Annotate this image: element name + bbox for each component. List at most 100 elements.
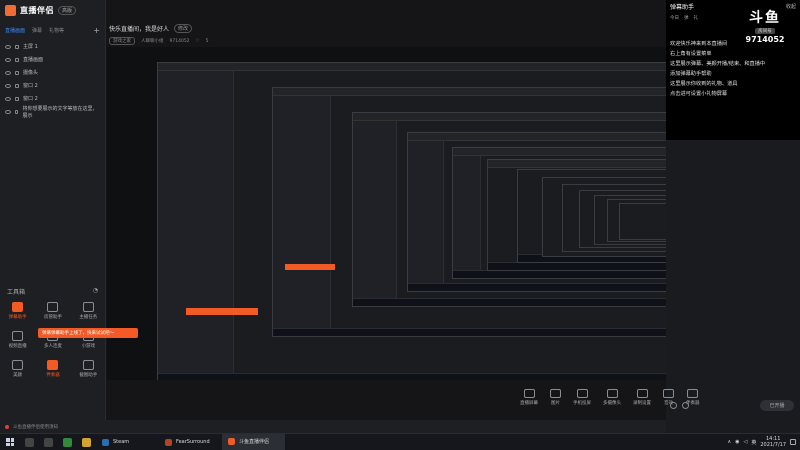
room-title: 快乐直播间，我是好人 [109,26,170,33]
lock-icon[interactable] [15,96,19,101]
chat-message-text: 这里展示弹幕、美颜开播/结束、和直播中 [670,61,766,67]
room-likes: 5 [205,38,209,44]
room-header: 快乐直播间，我是好人 修改 游戏之家 人聊聊小组 9714052 ♡ 5 [106,20,666,46]
btool-image[interactable]: 图片 [550,389,561,406]
btool-camera[interactable]: 多摄像头 [603,389,621,406]
lock-icon[interactable] [14,109,19,114]
record-icon [636,389,648,398]
tab-danmaku[interactable]: 弹幕 [32,27,42,34]
phone-icon [576,389,588,398]
lock-icon[interactable] [15,57,19,62]
tool-label: 伴奏器 [46,373,60,378]
toolbox-settings-icon[interactable]: ◔ [93,287,98,296]
volume-icon[interactable]: ◁ [743,439,747,445]
screenshot-icon [82,360,94,370]
tool-accompaniment[interactable]: 伴奏器 [46,360,60,378]
monitor-icon [523,389,535,398]
tool-label: 视频直播 [8,344,27,349]
eye-icon[interactable] [5,96,11,101]
source-item[interactable]: 主屏 1 [0,40,105,53]
folder-icon[interactable] [82,437,91,447]
btool-screen[interactable]: 直播屏幕 [520,389,538,406]
tray-arrow-icon[interactable]: ∧ [727,439,731,445]
eye-icon[interactable] [5,57,11,62]
overlay-stat: 弹 [684,16,689,21]
clock-date: 2021/7/17 [760,442,786,448]
overlay-minimize-button[interactable]: 收起 [786,3,796,10]
source-item[interactable]: 窗口 2 [0,79,105,92]
chat-message: 右上角有设置菜单 [670,49,796,59]
btool-record[interactable]: 录制设置 [633,389,651,406]
status-text[interactable]: 斗鱼直播伴侣使用须知 [13,424,58,430]
eye-icon[interactable] [5,44,11,49]
tool-label: 美颜 [13,373,23,378]
tool-screenshot[interactable]: 截图助手 [79,360,97,378]
clock[interactable]: 14:11 2021/7/17 [760,436,786,448]
add-source-button[interactable]: + [93,26,100,35]
douyu-logo-text: 斗鱼 [749,10,781,26]
steam-icon [102,438,109,446]
source-item[interactable]: 窗口 2 [0,92,105,105]
chat-message: 点击进可设置小礼物屏幕 [670,89,796,99]
taskbar-app-steam[interactable]: Steam [96,434,159,450]
chat-message-text: 添加弹幕助手帮助 [670,71,712,77]
tool-streamer-task[interactable]: 主播任务 [79,302,97,320]
windows-start-icon[interactable] [6,438,14,446]
tool-danmaku-assistant[interactable]: 弹幕助手 [9,302,27,320]
left-panel: 直播伴侣 高版 直播画面 弹幕 礼物等 + 主屏 1 直播画面 摄像头 窗口 2… [0,0,106,433]
video-icon [12,331,24,341]
btool-label: 多摄像头 [603,401,621,406]
edit-title-button[interactable]: 修改 [174,24,193,33]
search-icon[interactable] [25,437,34,447]
room-fans: 人聊聊小组 [141,39,164,44]
app-header: 直播伴侣 高版 [0,0,105,20]
douyu-icon [228,438,235,445]
room-category[interactable]: 游戏之家 [109,37,135,45]
tool-video-live[interactable]: 视频直播 [9,331,27,349]
danmaku-overlay[interactable]: 弹幕助手 收起 今日 弹 礼 斗鱼 房间号 9714052 欢迎快乐神来到本直播… [666,0,800,140]
tool-label: 弹幕助手 [8,315,27,320]
tool-tip-bubble[interactable]: 弹幕弹幕助手上线了，快来试试吧～ [38,328,138,338]
fearsurround-icon [165,438,172,446]
heart-icon: ♡ [195,38,200,44]
lock-icon[interactable] [15,83,19,88]
lock-icon[interactable] [15,70,19,75]
tool-room-manager[interactable]: 房管助手 [44,302,62,320]
chat-message-text: 欢迎快乐神来到本直播间 [670,41,728,47]
app-title: 直播伴侣 [20,5,54,15]
tool-beauty[interactable]: 美颜 [12,360,24,378]
notification-icon[interactable] [790,439,796,445]
browser-icon[interactable] [63,437,72,447]
btool-label: 直播屏幕 [520,401,538,406]
tool-label: 小游戏 [81,344,96,349]
taskbar-app-fearsurround[interactable]: FearSurround [159,434,222,450]
tool-label: 主播任务 [79,315,98,320]
network-icon[interactable]: ◉ [735,439,739,445]
source-item[interactable]: 摄像头 [0,66,105,79]
eye-icon[interactable] [5,83,11,88]
toolbox-header: 工具箱 ◔ [7,287,98,296]
tab-scenes[interactable]: 直播画面 [5,27,25,34]
source-label: 主屏 1 [23,44,38,50]
chat-message: 这里展示弹幕、美颜开播/结束、和直播中 [670,59,796,69]
tab-gifts[interactable]: 礼物等 [49,27,64,34]
live-button[interactable]: 已开播 [760,400,794,411]
tool-label: 多人连麦 [43,344,62,349]
source-item[interactable]: 将你想要展示的文字等放在这里，展示 [0,105,105,119]
task-view-icon[interactable] [44,437,53,447]
taskbar-app-douyu[interactable]: 斗鱼直播伴侣 [222,433,285,450]
lock-icon[interactable] [15,44,19,49]
toolbox-title: 工具箱 [7,289,26,296]
btool-audio[interactable]: 音效 [663,389,674,406]
danmaku-icon [12,302,24,312]
btool-label: 手机投屏 [573,401,591,406]
live-preview[interactable] [107,47,666,380]
btool-phone[interactable]: 手机投屏 [573,389,591,406]
source-item[interactable]: 直播画面 [0,53,105,66]
version-badge[interactable]: 高版 [58,5,77,15]
eye-icon[interactable] [5,109,11,114]
speaker-icon [663,389,674,398]
btool-accompany[interactable]: 伴奏器 [686,389,700,406]
eye-icon[interactable] [5,70,11,75]
input-method[interactable]: 英 [751,439,756,446]
